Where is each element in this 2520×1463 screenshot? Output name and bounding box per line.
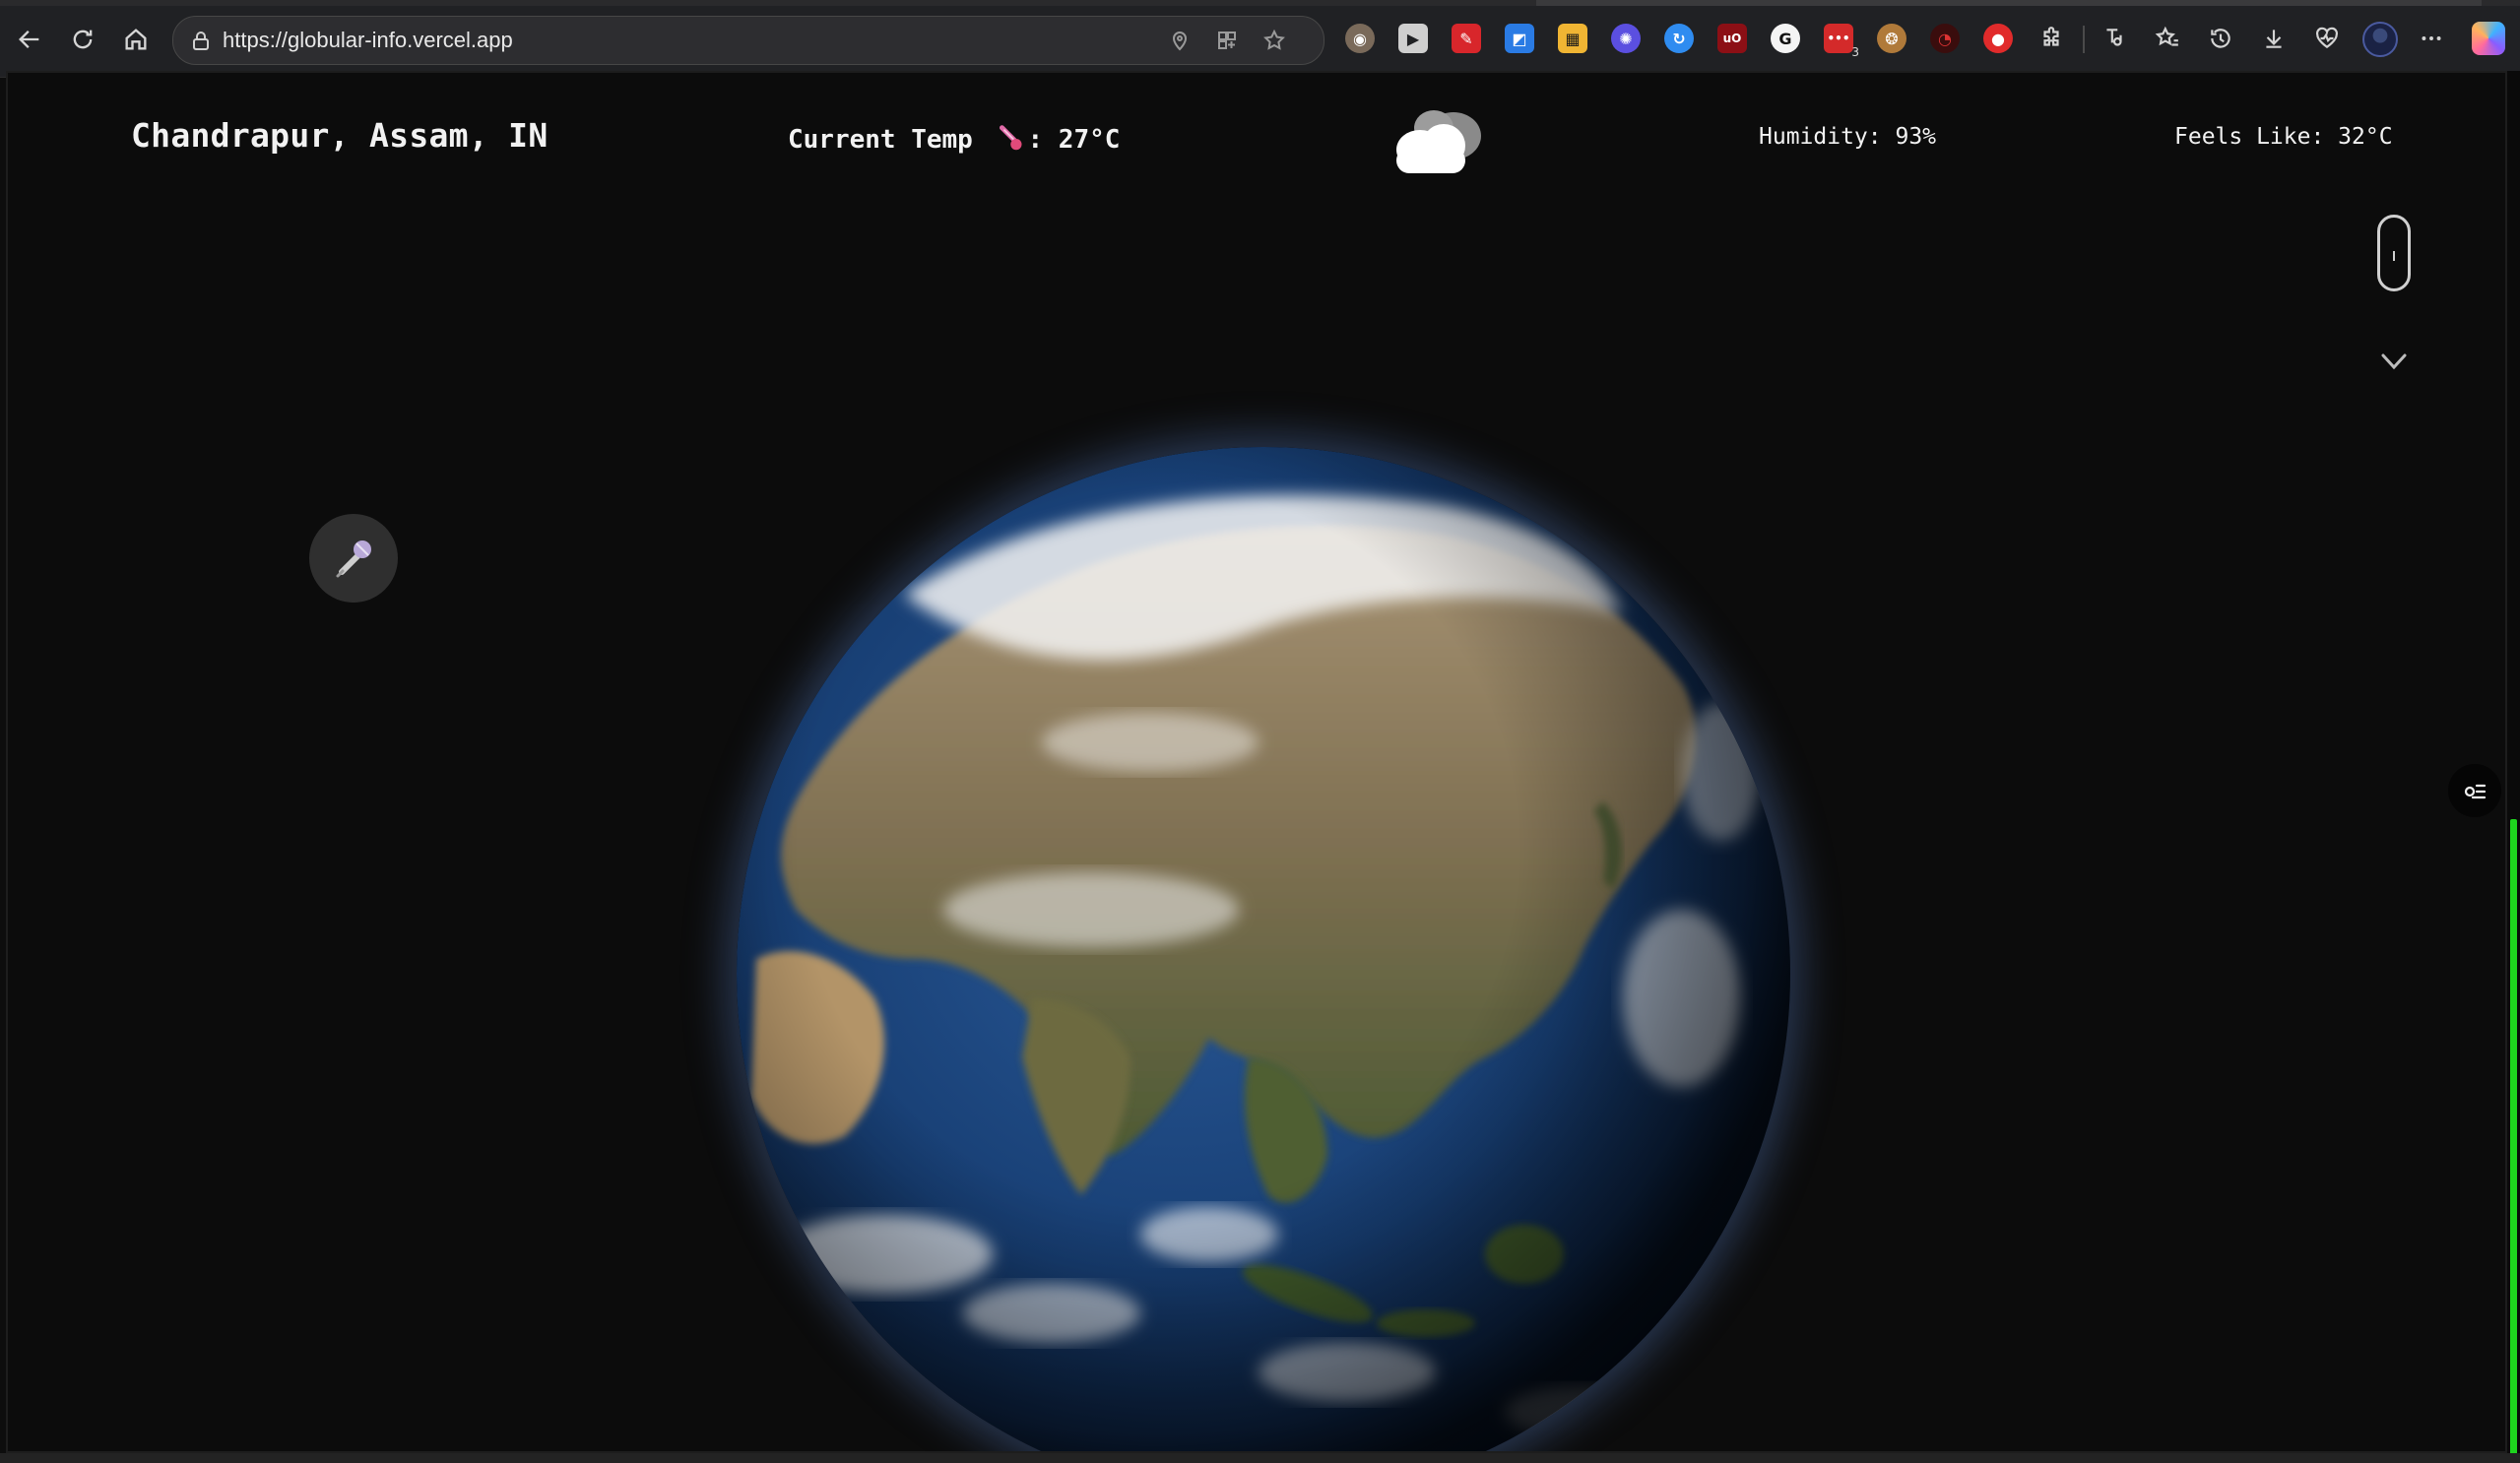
more-menu-button[interactable]	[2415, 22, 2448, 55]
history-icon	[2211, 29, 2230, 48]
extension-g-icon[interactable]: G	[1771, 24, 1800, 53]
microphone-icon	[336, 541, 371, 578]
home-button[interactable]	[118, 22, 154, 57]
extension-grid-icon[interactable]: ▦	[1558, 24, 1587, 53]
cloud-icon	[1396, 110, 1481, 173]
web-page: Chandrapur, Assam, IN Current Temp : 27°…	[6, 71, 2507, 1453]
extensions-puzzle-icon[interactable]	[2035, 22, 2068, 55]
scroll-mouse-icon	[2377, 215, 2411, 291]
extension-clock-red-icon[interactable]: ◔	[1930, 24, 1960, 53]
reload-button[interactable]	[65, 22, 100, 57]
location-pin-icon[interactable]	[1168, 29, 1192, 52]
extension-pen-icon[interactable]: ✎	[1452, 24, 1481, 53]
thermometer-icon	[999, 125, 1021, 151]
download-icon	[2266, 30, 2282, 48]
window-bottom-edge	[0, 1453, 2520, 1463]
toolbar-divider	[2083, 26, 2085, 53]
microphone-button[interactable]	[309, 514, 398, 603]
active-tab[interactable]	[1536, 0, 2482, 6]
chevron-down-icon[interactable]	[2379, 350, 2409, 372]
read-aloud-button[interactable]	[2098, 22, 2131, 55]
history-button[interactable]	[2204, 22, 2237, 55]
tab-strip	[0, 0, 2520, 6]
extension-badge: 3	[1851, 45, 1859, 59]
extension-cookie-icon[interactable]: ❂	[1877, 24, 1906, 53]
page-scrollbar[interactable]	[2507, 71, 2520, 1463]
url-text[interactable]: https://globular-info.vercel.app	[223, 27, 513, 54]
profile-avatar[interactable]	[2362, 22, 2398, 57]
extension-play-icon[interactable]: ▶	[1398, 24, 1428, 53]
browser-toolbar: https://globular-info.vercel.app ◉ ▶ ✎ ◩…	[0, 0, 2520, 78]
app-available-icon[interactable]	[1215, 29, 1239, 52]
copilot-icon[interactable]	[2472, 22, 2505, 55]
home-icon	[125, 29, 147, 50]
current-temp-value: : 27°C	[1027, 125, 1121, 155]
earth-globe-render	[737, 447, 1790, 1451]
current-temp: Current Temp : 27°C	[788, 124, 1120, 155]
extension-gear-blue-icon[interactable]: ✺	[1611, 24, 1641, 53]
favorite-star-icon[interactable]	[1262, 29, 1286, 52]
extension-red-dot-icon[interactable]: ●	[1983, 24, 2013, 53]
favorites-star-list-icon	[2155, 26, 2178, 46]
scroll-progress-indicator[interactable]	[2510, 819, 2517, 1459]
toggle-settings-icon	[2464, 784, 2487, 799]
lock-icon	[193, 32, 209, 50]
back-arrow-icon	[19, 31, 39, 48]
heart-pulse-icon	[2316, 27, 2338, 48]
extension-dots-icon[interactable]: ••• 3	[1824, 24, 1859, 59]
reload-icon	[73, 30, 93, 49]
extension-ublock-icon[interactable]: uO	[1717, 24, 1747, 53]
favorites-button[interactable]	[2151, 22, 2184, 55]
extension-swirl-icon[interactable]: ↻	[1664, 24, 1694, 53]
extension-screenshot-icon[interactable]: ◩	[1505, 24, 1534, 53]
humidity-readout: Humidity: 93%	[1759, 124, 1937, 150]
address-bar[interactable]: https://globular-info.vercel.app	[172, 16, 1325, 65]
scroll-wheel	[2393, 251, 2395, 261]
location-title: Chandrapur, Assam, IN	[131, 116, 549, 155]
read-aloud-icon	[2106, 29, 2122, 46]
earth-globe[interactable]	[737, 447, 1790, 1451]
feels-like-readout: Feels Like: 32°C	[2174, 124, 2393, 150]
ellipsis-icon	[2422, 36, 2441, 40]
settings-toggle-button[interactable]	[2448, 764, 2501, 817]
back-button[interactable]	[12, 22, 47, 57]
extension-owl-icon[interactable]: ◉	[1345, 24, 1375, 53]
puzzle-icon	[2043, 27, 2059, 46]
current-temp-label: Current Temp	[788, 125, 973, 155]
browser-essentials-button[interactable]	[2310, 22, 2344, 55]
downloads-button[interactable]	[2257, 22, 2291, 55]
